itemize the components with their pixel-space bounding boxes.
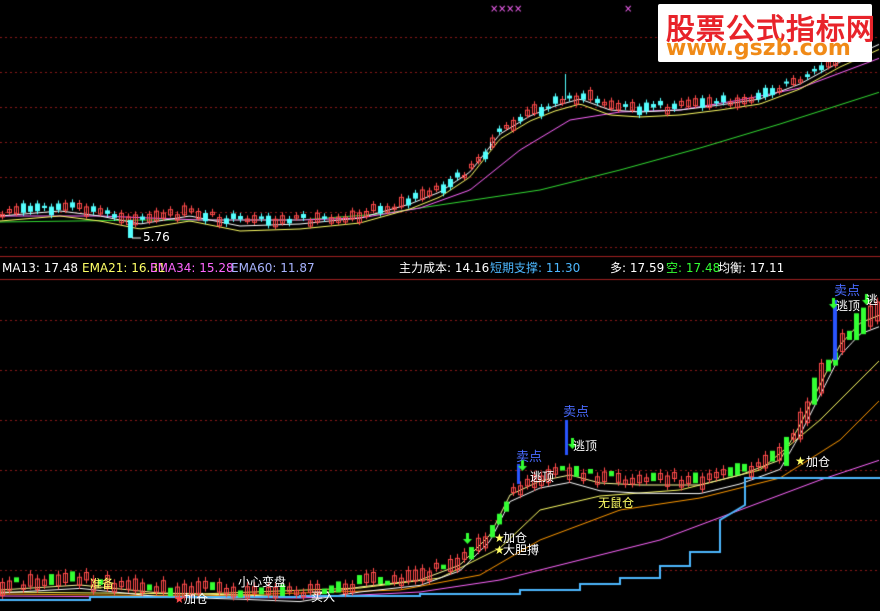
watermark-url: www.gszb.com — [666, 36, 851, 61]
prepare-label: 准备 — [90, 577, 115, 591]
indicator-readout-bar: MA13: 17.48 EMA21: 16.31 EMA34: 15.28 EM… — [0, 258, 880, 278]
long-readout: 多: 17.59 — [610, 261, 665, 275]
sell-point-label: 卖点 — [563, 405, 590, 420]
add-position-label: 加仓 — [806, 455, 831, 469]
balance-readout: 均衡: 17.11 — [718, 261, 785, 275]
escape-top-label: 逃顶 — [530, 470, 555, 484]
escape-top-label: 逃顶 — [573, 439, 598, 453]
add-position-label: 加仓 — [184, 592, 209, 606]
short-readout: 空: 17.48 — [666, 261, 721, 275]
escape-top-label: 逃 — [866, 293, 879, 307]
ema34-readout: EMA34: 15.28 — [150, 261, 234, 275]
careful-change-label: 小心变盘 — [238, 575, 287, 589]
sell-point-label: 卖点 — [834, 284, 861, 299]
add-position-star-icon: ★ — [795, 454, 806, 468]
main-cost-readout: 主力成本: 14.16 — [399, 261, 490, 275]
candlestick-chart[interactable] — [0, 0, 880, 611]
ma13-readout: MA13: 17.48 — [2, 261, 79, 275]
ema60-readout: EMA60: 11.87 — [231, 261, 315, 275]
no-position-label: 无鼠仓 — [598, 496, 635, 510]
escape-top-label: 逃顶 — [836, 299, 861, 313]
bold-buy-label: 大胆搏 — [503, 543, 540, 557]
sell-point-label: 卖点 — [516, 450, 543, 465]
short-support-readout: 短期支撑: 11.30 — [490, 261, 581, 275]
low-price-label: 5.76 — [143, 230, 170, 244]
buy-label: 买入 — [311, 590, 336, 604]
watermark-logo: 股票公式指标网 www.gszb.com — [658, 4, 875, 62]
